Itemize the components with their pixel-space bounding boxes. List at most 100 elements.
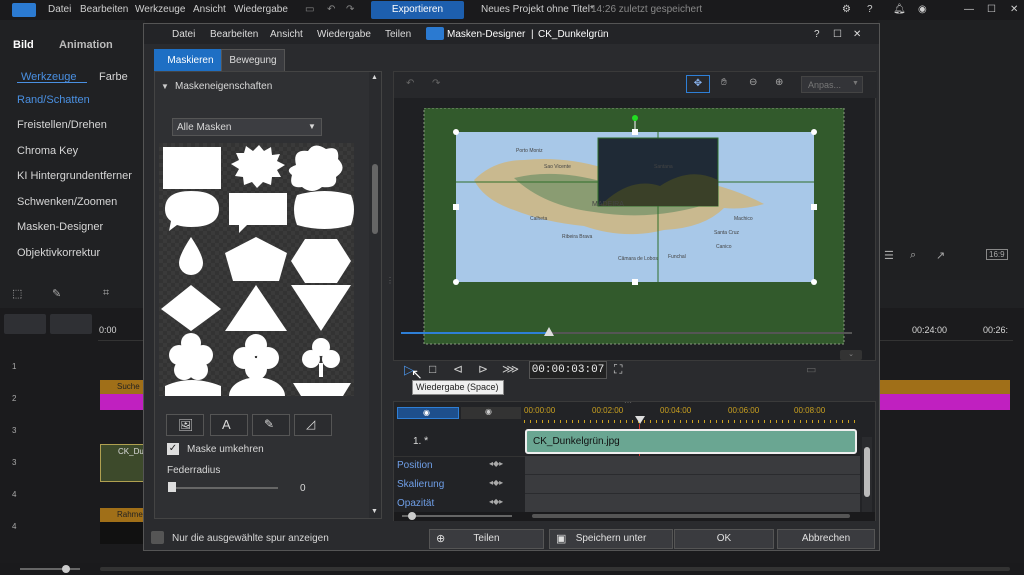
item-schwenken[interactable]: Schwenken/Zoomen: [17, 196, 117, 208]
mask-shape-wavy[interactable]: [294, 191, 354, 229]
hand-icon[interactable]: ✋︎: [721, 77, 727, 88]
tab-bild[interactable]: Bild: [13, 39, 34, 51]
keyframe-nav-icon[interactable]: ◂◆▸: [489, 497, 503, 506]
feather-slider-track[interactable]: [170, 487, 278, 489]
dlg-menu-datei[interactable]: Datei: [172, 29, 195, 40]
timeline-playhead-handle[interactable]: [635, 416, 645, 424]
zoom-icon[interactable]: ⌕: [910, 249, 916, 262]
close-icon[interactable]: ✕: [1010, 4, 1018, 15]
menu-ansicht[interactable]: Ansicht: [193, 4, 226, 15]
tab-maskieren[interactable]: Maskieren: [154, 49, 227, 71]
mask-shape-partial[interactable]: [293, 383, 351, 396]
timecode-display[interactable]: 00:00:03:07: [529, 361, 607, 379]
subtab-farbe[interactable]: Farbe: [99, 71, 128, 83]
item-objektivkorrektur[interactable]: Objektivkorrektur: [17, 247, 100, 259]
dlg-menu-ansicht[interactable]: Ansicht: [270, 29, 303, 40]
cancel-button[interactable]: Abbrechen: [777, 529, 875, 549]
keyframe-nav-icon[interactable]: ◂◆▸: [489, 478, 503, 487]
mask-shape-stamp[interactable]: [163, 147, 221, 189]
rotate-handle[interactable]: [632, 115, 638, 121]
panel-scrollbar[interactable]: ▲ ▼: [369, 72, 381, 518]
import-icon[interactable]: ⬚: [12, 287, 22, 300]
split-button[interactable]: [50, 314, 92, 334]
pen-icon[interactable]: ✎: [52, 287, 61, 300]
dlg-menu-teilen[interactable]: Teilen: [385, 29, 411, 40]
chevron-down-icon: ▼: [308, 122, 316, 131]
menu-bearbeiten[interactable]: Bearbeiten: [80, 4, 128, 15]
redo-icon[interactable]: ↷: [346, 4, 354, 15]
aspect-ratio-badge[interactable]: 16:9: [986, 249, 1008, 260]
keyframe-lanes[interactable]: [525, 456, 860, 512]
list-icon[interactable]: ☰: [884, 249, 894, 262]
view-toggle[interactable]: ◉: [461, 407, 521, 419]
zoom-slider-thumb[interactable]: [62, 565, 70, 573]
mask-filter-dropdown[interactable]: Alle Masken ▼: [172, 118, 322, 136]
view-toggle-active[interactable]: ◉: [397, 407, 459, 419]
section-title: Maskeneigenschaften: [175, 81, 273, 92]
minimize-icon[interactable]: —: [964, 4, 974, 15]
undo-icon[interactable]: ↶: [327, 4, 335, 15]
keyframe-nav-icon[interactable]: ◂◆▸: [489, 459, 503, 468]
share-button[interactable]: ⊕ Teilen: [429, 529, 544, 549]
select-tool-icon[interactable]: ✥: [686, 75, 710, 93]
collapse-icon[interactable]: ⌄: [840, 350, 862, 360]
fit-dropdown[interactable]: Anpas... ▼: [801, 76, 863, 93]
timeline-scrollbar[interactable]: [100, 567, 1010, 571]
redo-icon[interactable]: ↷: [432, 78, 440, 89]
timeline-vscrollbar[interactable]: [862, 437, 872, 513]
close-icon[interactable]: ✕: [853, 29, 861, 40]
maximize-icon[interactable]: ☐: [987, 4, 996, 15]
timeline-hscrollbar[interactable]: [532, 514, 850, 518]
stop-icon[interactable]: □: [429, 362, 436, 376]
help-icon[interactable]: ?: [867, 4, 873, 15]
image-mask-button[interactable]: 🖼︎: [166, 414, 204, 436]
scrub-thumb[interactable]: [544, 327, 554, 336]
menu-werkzeuge[interactable]: Werkzeuge: [135, 4, 185, 15]
item-chroma-key[interactable]: Chroma Key: [17, 145, 78, 157]
save-as-button[interactable]: ▣ Speichern unter: [549, 529, 673, 549]
preview-canvas[interactable]: Porto Moniz Sao Vicente Santana MADEIRA …: [394, 108, 877, 358]
brush-mask-button[interactable]: ✎: [252, 414, 290, 436]
timeline-zoom-thumb[interactable]: [408, 512, 416, 520]
mask-clip[interactable]: CK_Dunkelgrün.jpg: [525, 429, 857, 454]
gear-icon[interactable]: ⚙: [842, 4, 851, 15]
safe-area-icon[interactable]: ▭: [806, 363, 816, 376]
timeline-clip[interactable]: CK_Du: [100, 444, 145, 482]
fullscreen-icon[interactable]: ⛶: [614, 362, 622, 377]
zoom-in-icon[interactable]: ⊕: [775, 77, 783, 88]
prev-frame-icon[interactable]: ⊲: [453, 362, 463, 376]
dlg-menu-bearbeiten[interactable]: Bearbeiten: [210, 29, 258, 40]
item-freistellen[interactable]: Freistellen/Drehen: [17, 119, 107, 131]
timeline-splitter-handle[interactable]: ⋯: [624, 398, 632, 407]
timeline-clip[interactable]: [880, 380, 1010, 394]
track-manager-button[interactable]: [4, 314, 46, 334]
item-rand-schatten[interactable]: Rand/Schatten: [17, 94, 90, 106]
ok-button[interactable]: OK: [674, 529, 774, 549]
crop-icon[interactable]: ⌗: [103, 287, 109, 300]
help-icon[interactable]: ?: [814, 29, 820, 40]
maximize-icon[interactable]: ☐: [833, 29, 842, 40]
zoom-out-icon[interactable]: ⊖: [749, 77, 757, 88]
only-selected-checkbox[interactable]: [151, 531, 164, 544]
bell-icon[interactable]: 🔔︎: [893, 4, 906, 15]
item-masken-designer[interactable]: Masken-Designer: [17, 221, 103, 233]
feather-slider-thumb[interactable]: [168, 482, 176, 492]
menu-datei[interactable]: Datei: [48, 4, 71, 15]
collapse-arrow-icon[interactable]: ▼: [161, 82, 169, 91]
text-mask-button[interactable]: A: [210, 414, 248, 436]
tab-bewegung[interactable]: Bewegung: [221, 49, 285, 71]
save-icon[interactable]: ▭: [305, 4, 314, 15]
undo-icon[interactable]: ↶: [406, 78, 414, 89]
dlg-menu-wiedergabe[interactable]: Wiedergabe: [317, 29, 371, 40]
menu-wiedergabe[interactable]: Wiedergabe: [234, 4, 288, 15]
export-button[interactable]: Exportieren: [371, 1, 464, 19]
tab-animation[interactable]: Animation: [59, 39, 113, 51]
timeline-clip[interactable]: Rahme: [100, 508, 145, 544]
path-mask-button[interactable]: ◿: [294, 414, 332, 436]
user-icon[interactable]: ◉: [918, 4, 927, 15]
popout-icon[interactable]: ↗: [936, 249, 945, 262]
fast-forward-icon[interactable]: ⋙: [502, 362, 519, 376]
invert-mask-checkbox[interactable]: ✓: [167, 443, 179, 455]
next-frame-icon[interactable]: ⊳: [478, 362, 488, 376]
item-ki-hintergrund[interactable]: KI Hintergrundentferner: [17, 170, 132, 182]
